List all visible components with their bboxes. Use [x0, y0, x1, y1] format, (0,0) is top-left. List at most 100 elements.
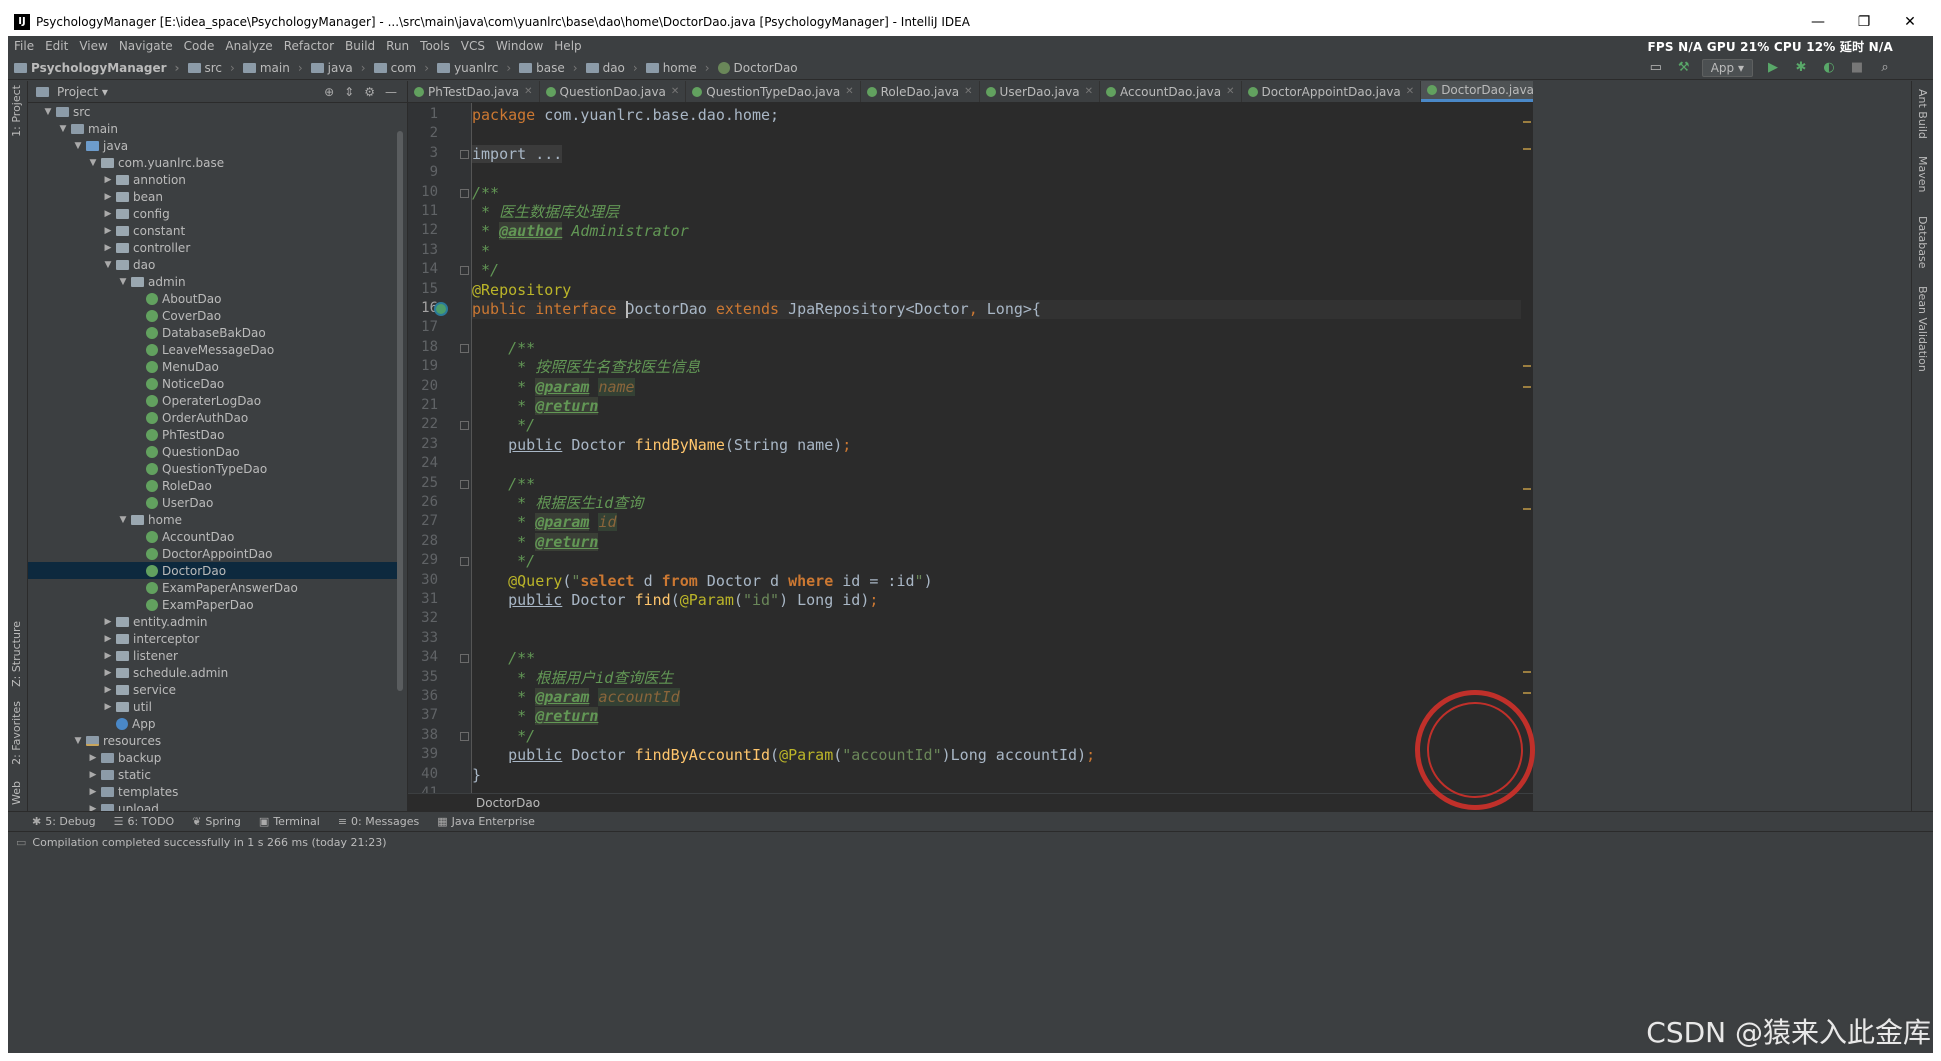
stop-icon[interactable]: ■: [1849, 60, 1865, 76]
collapse-arrow-icon[interactable]: ▶: [87, 787, 99, 797]
collapse-arrow-icon[interactable]: ▶: [102, 668, 114, 678]
build-hammer-icon[interactable]: ⚒: [1676, 60, 1692, 76]
hide-icon[interactable]: —: [385, 85, 397, 99]
tree-item-operaterlogdao[interactable]: OperaterLogDao: [28, 392, 398, 409]
close-tab-icon[interactable]: ✕: [671, 86, 679, 97]
editor-breadcrumb[interactable]: DoctorDao: [408, 793, 1533, 811]
code-area[interactable]: package com.yuanlrc.base.dao.home; import…: [472, 103, 1532, 793]
collapse-arrow-icon[interactable]: ▶: [102, 192, 114, 202]
close-tab-icon[interactable]: ✕: [1085, 86, 1093, 97]
fold-marker-icon[interactable]: [460, 188, 469, 198]
menu-help[interactable]: Help: [554, 39, 581, 53]
tree-item-home[interactable]: ▼ home: [28, 511, 398, 528]
expand-arrow-icon[interactable]: ▼: [72, 736, 84, 746]
tree-item-roledao[interactable]: RoleDao: [28, 477, 398, 494]
expand-arrow-icon[interactable]: ▼: [117, 277, 129, 287]
breadcrumb-base[interactable]: base ›: [519, 61, 578, 75]
editor-tab-doctordao-java[interactable]: DoctorDao.java✕: [1421, 81, 1533, 102]
fold-marker-icon[interactable]: [460, 654, 469, 664]
tree-scrollbar[interactable]: [397, 131, 403, 691]
tool-window-6-todo[interactable]: ☰ 6: TODO: [114, 815, 175, 828]
tree-item-doctordao[interactable]: DoctorDao: [28, 562, 398, 579]
expand-arrow-icon[interactable]: ▼: [102, 260, 114, 270]
tool-window-0-messages[interactable]: ≡ 0: Messages: [338, 815, 419, 828]
error-stripe-mark[interactable]: [1523, 120, 1531, 123]
error-stripe-mark[interactable]: [1523, 147, 1531, 150]
tree-item-bean[interactable]: ▶ bean: [28, 188, 398, 205]
breadcrumb-src[interactable]: src ›: [187, 61, 235, 75]
error-stripe-mark[interactable]: [1523, 487, 1531, 490]
breadcrumb-doctordao[interactable]: DoctorDao: [717, 61, 798, 75]
tree-item-aboutdao[interactable]: AboutDao: [28, 290, 398, 307]
breadcrumb-java[interactable]: java ›: [310, 61, 366, 75]
menu-vcs[interactable]: VCS: [461, 39, 485, 53]
fold-marker-icon[interactable]: [460, 266, 469, 276]
menu-tools[interactable]: Tools: [420, 39, 450, 53]
spring-bean-gutter-icon[interactable]: [434, 302, 448, 316]
tree-item-phtestdao[interactable]: PhTestDao: [28, 426, 398, 443]
tool-window-5-debug[interactable]: ✱ 5: Debug: [32, 815, 96, 828]
tree-item-upload[interactable]: ▶ upload: [28, 800, 398, 811]
tree-item-util[interactable]: ▶ util: [28, 698, 398, 715]
editor-tab-questiondao-java[interactable]: QuestionDao.java ✕: [540, 81, 687, 102]
tree-item-java[interactable]: ▼ java: [28, 137, 398, 154]
tree-item-src[interactable]: ▼ src: [28, 103, 398, 120]
tree-item-questiontypedao[interactable]: QuestionTypeDao: [28, 460, 398, 477]
fold-marker-icon[interactable]: [460, 421, 469, 431]
close-tab-icon[interactable]: ✕: [845, 86, 853, 97]
editor-tab-phtestdao-java[interactable]: PhTestDao.java ✕: [408, 81, 540, 102]
tree-item-userdao[interactable]: UserDao: [28, 494, 398, 511]
collapse-all-icon[interactable]: ⇕: [344, 85, 354, 99]
tab-database[interactable]: Database: [1916, 216, 1929, 269]
menu-navigate[interactable]: Navigate: [119, 39, 173, 53]
tool-window-spring[interactable]: ❦ Spring: [192, 815, 241, 828]
close-tab-icon[interactable]: ✕: [524, 86, 532, 97]
tool-window-java-enterprise[interactable]: ▦ Java Enterprise: [437, 815, 535, 828]
error-stripe-mark[interactable]: [1523, 508, 1531, 511]
tree-item-entity-admin[interactable]: ▶ entity.admin: [28, 613, 398, 630]
run-icon[interactable]: ▶: [1765, 60, 1781, 76]
collapse-arrow-icon[interactable]: ▶: [102, 243, 114, 253]
breadcrumb-com[interactable]: com ›: [373, 61, 429, 75]
tree-item-leavemessagedao[interactable]: LeaveMessageDao: [28, 341, 398, 358]
error-stripe-mark[interactable]: [1523, 385, 1531, 388]
debug-icon[interactable]: ✱: [1793, 60, 1809, 76]
run-configuration-select[interactable]: App ▾: [1701, 59, 1753, 77]
tree-item-main[interactable]: ▼ main: [28, 120, 398, 137]
breadcrumb-yuanlrc[interactable]: yuanlrc ›: [437, 61, 511, 75]
tree-item-controller[interactable]: ▶ controller: [28, 239, 398, 256]
editor-tab-doctorappointdao-java[interactable]: DoctorAppointDao.java ✕: [1242, 81, 1422, 102]
expand-arrow-icon[interactable]: ▼: [42, 107, 54, 117]
tree-item-constant[interactable]: ▶ constant: [28, 222, 398, 239]
menu-file[interactable]: File: [14, 39, 34, 53]
close-tab-icon[interactable]: ✕: [1406, 86, 1414, 97]
fold-marker-icon[interactable]: [460, 731, 469, 741]
editor-tab-roledao-java[interactable]: RoleDao.java ✕: [861, 81, 980, 102]
breadcrumb-project[interactable]: PsychologyManager ›: [14, 61, 180, 75]
tab-favorites-tool[interactable]: 2: Favorites: [10, 701, 23, 765]
tree-item-listener[interactable]: ▶ listener: [28, 647, 398, 664]
tree-item-doctorappointdao[interactable]: DoctorAppointDao: [28, 545, 398, 562]
close-button[interactable]: ✕: [1887, 14, 1933, 30]
tab-project-tool[interactable]: 1: Project: [10, 85, 23, 137]
collapse-arrow-icon[interactable]: ▶: [102, 634, 114, 644]
maximize-button[interactable]: ❐: [1841, 14, 1887, 30]
tab-maven[interactable]: Maven: [1916, 156, 1929, 192]
collapse-arrow-icon[interactable]: ▶: [102, 651, 114, 661]
collapse-arrow-icon[interactable]: ▶: [102, 617, 114, 627]
breadcrumb-home[interactable]: home ›: [645, 61, 710, 75]
expand-arrow-icon[interactable]: ▼: [87, 158, 99, 168]
menu-refactor[interactable]: Refactor: [284, 39, 334, 53]
close-tab-icon[interactable]: ✕: [1226, 86, 1234, 97]
tree-item-exampaperdao[interactable]: ExamPaperDao: [28, 596, 398, 613]
fold-marker-icon[interactable]: [460, 149, 469, 159]
collapse-arrow-icon[interactable]: ▶: [102, 685, 114, 695]
tree-item-databasebakdao[interactable]: DatabaseBakDao: [28, 324, 398, 341]
expand-arrow-icon[interactable]: ▼: [57, 124, 69, 134]
collapse-arrow-icon[interactable]: ▶: [87, 804, 99, 812]
minimize-button[interactable]: —: [1795, 14, 1841, 30]
tree-item-coverdao[interactable]: CoverDao: [28, 307, 398, 324]
tree-item-schedule-admin[interactable]: ▶ schedule.admin: [28, 664, 398, 681]
tree-item-templates[interactable]: ▶ templates: [28, 783, 398, 800]
collapse-arrow-icon[interactable]: ▶: [102, 209, 114, 219]
